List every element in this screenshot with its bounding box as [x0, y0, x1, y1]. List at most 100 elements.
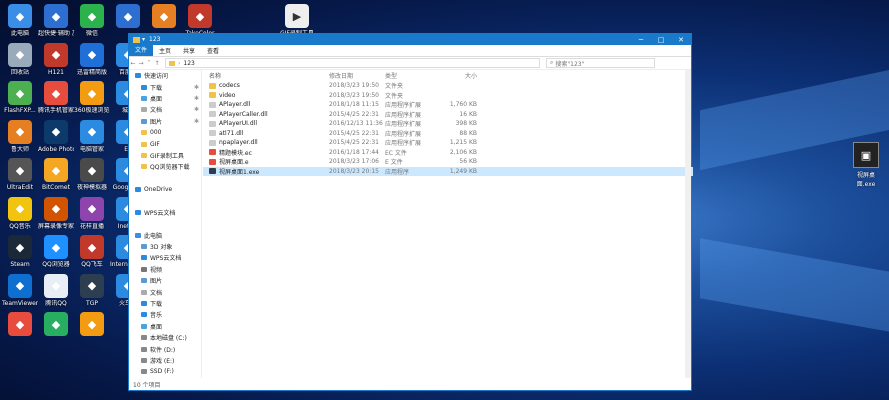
sidebar-item[interactable]: WPS云文档	[129, 252, 201, 263]
sidebar-item[interactable]: SSD (F:)	[129, 366, 201, 377]
tab-share[interactable]: 共享	[177, 46, 201, 55]
file-date: 2018/3/23 17:06	[329, 158, 379, 166]
desktop-icon[interactable]: ◆ 360极速浏览器	[74, 81, 110, 114]
address-bar[interactable]: › 123	[165, 58, 540, 68]
desktop-icon[interactable]: ◆	[2, 312, 38, 338]
desktop-icon[interactable]: ◆ BitComet	[38, 158, 74, 191]
table-row[interactable]: 精题模块.ec 2016/1/18 17:44 EC 文件 2,106 KB	[203, 148, 693, 158]
table-row[interactable]: APlayer.dll 2018/1/18 11:15 应用程序扩展 1,760 KB	[203, 100, 693, 110]
maximize-icon[interactable]: □	[651, 36, 671, 44]
table-row[interactable]: video 2018/3/23 19:50 文件夹	[203, 91, 693, 101]
table-row[interactable]: npaplayer.dll 2015/4/25 22:31 应用程序扩展 1,215 …	[203, 138, 693, 148]
column-type[interactable]: 类型	[385, 71, 437, 80]
desktop-icon[interactable]: ◆ H121	[38, 42, 74, 76]
nav-item-icon	[135, 209, 141, 215]
folder-icon	[209, 92, 216, 99]
desktop-icon[interactable]: ◆ QQ浏览器	[38, 235, 74, 268]
vertical-scrollbar[interactable]	[685, 70, 691, 378]
back-arrow-icon[interactable]: ←	[129, 60, 137, 67]
sidebar-item[interactable]: 下载	[129, 298, 201, 309]
sidebar-item[interactable]: 桌面	[129, 321, 201, 332]
desktop-icon[interactable]: ◆ UltraEdit	[2, 158, 38, 191]
tab-home[interactable]: 主页	[153, 46, 177, 55]
file-size: 398 KB	[455, 120, 477, 128]
search-input[interactable]: 搜索"123"	[555, 59, 584, 68]
sidebar-item[interactable]: 视频	[129, 264, 201, 275]
file-name: atl71.dll	[219, 129, 244, 137]
column-date[interactable]: 修改日期	[329, 71, 385, 80]
desktop-icon[interactable]: ◆ QQ音乐	[2, 196, 38, 230]
sidebar-item[interactable]: QQ浏览器下载	[129, 161, 201, 172]
tab-view[interactable]: 查看	[201, 46, 225, 55]
desktop-icon-label: 腾讯QQ	[45, 299, 67, 307]
sidebar-item[interactable]	[129, 173, 201, 184]
sidebar-item[interactable]: 此电脑	[129, 229, 201, 240]
desktop-icon[interactable]: ◆屏幕录像专家 V2014	[38, 196, 74, 230]
desktop-icon[interactable]: ◆ FlashFXP...	[2, 81, 38, 114]
desktop-icon[interactable]: ◆ 腾讯手机管家	[38, 81, 74, 114]
sidebar-item[interactable]: OneDrive	[129, 184, 201, 195]
desktop-icon[interactable]: ◆	[38, 312, 74, 338]
sidebar-item[interactable]: 软件 (D:)	[129, 343, 201, 354]
minimize-icon[interactable]: ─	[631, 36, 651, 44]
desktop-icon[interactable]: ◆ 电脑管家	[74, 119, 110, 153]
desktop-icon-video-desktop[interactable]: ▣ 视屏桌面.exe	[848, 142, 884, 188]
sidebar-item[interactable]	[129, 195, 201, 206]
desktop-icon[interactable]: ◆ 夜神模拟器	[74, 158, 110, 191]
sidebar-item-label: 下载	[150, 84, 163, 92]
sidebar-item[interactable]: GIF	[129, 138, 201, 149]
desktop-icon[interactable]: ◆ TGP	[74, 273, 110, 307]
desktop-icon[interactable]: ◆ QQ飞车	[74, 235, 110, 268]
desktop-icon[interactable]: ◆	[74, 312, 110, 338]
forward-arrow-icon[interactable]: →	[137, 60, 145, 67]
sidebar-item[interactable]: 本地磁盘 (C:)	[129, 332, 201, 343]
table-row[interactable]: 视屏桌面1.exe 2018/3/23 20:15 应用程序 1,249 KB	[203, 166, 693, 176]
desktop-icon[interactable]: ◆TeamViewer 13	[2, 273, 38, 307]
table-row[interactable]: 视屏桌面.e 2018/3/23 17:06 E 文件 56 KB	[203, 157, 693, 167]
sidebar-item[interactable]: 桌面 ✱	[129, 93, 201, 104]
sidebar-item[interactable]: 3D 对象	[129, 241, 201, 252]
column-name[interactable]: 名称	[203, 71, 329, 80]
column-size[interactable]: 大小	[437, 71, 477, 80]
desktop-icon[interactable]: ◆ 微信	[74, 4, 110, 37]
sidebar-item[interactable]: 图片	[129, 275, 201, 286]
sidebar-item[interactable]: 音乐	[129, 309, 201, 320]
file-name: 视屏桌面.e	[219, 159, 249, 167]
desktop-icon[interactable]: ◆ 花样直播	[74, 196, 110, 230]
chevron-down-icon[interactable]: ˅	[145, 60, 153, 67]
recorder-icon: ◆	[44, 196, 68, 221]
desktop-icon[interactable]: ◆ Steam	[2, 235, 38, 268]
desktop-icon[interactable]: ◆ 腾讯QQ	[38, 273, 74, 307]
breadcrumb[interactable]: 123	[183, 60, 194, 67]
sidebar-item[interactable]: 快速访问	[129, 70, 201, 81]
table-row[interactable]: APlayerUI.dll 2016/12/13 11:36 应用程序扩展 398 K…	[203, 119, 693, 129]
sidebar-item[interactable]: 游戏 (E:)	[129, 355, 201, 366]
sidebar-item[interactable]: 文档 ✱	[129, 104, 201, 115]
table-row[interactable]: codecs 2018/3/23 19:50 文件夹	[203, 81, 693, 91]
table-row[interactable]: atl71.dll 2015/4/25 22:31 应用程序扩展 88 KB	[203, 129, 693, 139]
desktop-icon[interactable]: ◆ 此电脑	[2, 4, 38, 37]
desktop-icon[interactable]: ◆ 迅雷精简版	[74, 42, 110, 76]
up-arrow-icon[interactable]: ↑	[153, 60, 161, 67]
desktop-icon[interactable]: ◆	[110, 4, 146, 30]
desktop-icon[interactable]: ◆	[146, 4, 182, 30]
sidebar-item[interactable]: 000	[129, 127, 201, 138]
file-type: 应用程序扩展	[385, 102, 422, 110]
desktop-icon[interactable]: ◆ 回收站	[2, 42, 38, 76]
toolbar-icon[interactable]: ▾	[142, 36, 145, 43]
sidebar-item[interactable]: WPS云文档	[129, 207, 201, 218]
desktop-icon[interactable]: ◆Adobe Photosh...	[38, 119, 74, 153]
tab-file[interactable]: 文件	[129, 45, 154, 56]
sidebar-item[interactable]: GIF录制工具	[129, 150, 201, 161]
desktop-icon[interactable]: ◆ 鲁大师	[2, 119, 38, 153]
sidebar-item[interactable]: 下载 ✱	[129, 81, 201, 92]
sidebar-item[interactable]: 文档	[129, 286, 201, 297]
desktop-icon[interactable]: ◆ 超快捷·辅助 加油	[38, 4, 74, 37]
sidebar-item[interactable]	[129, 218, 201, 229]
search-box[interactable]: ⌕ 搜索"123"	[546, 58, 655, 68]
tgp-icon: ◆	[80, 273, 104, 298]
table-row[interactable]: APlayerCaller.dll 2015/4/25 22:31 应用程序扩展 16…	[203, 110, 693, 120]
sidebar-item[interactable]: 图片 ✱	[129, 116, 201, 127]
close-icon[interactable]: ✕	[671, 36, 691, 44]
live-icon: ◆	[80, 196, 104, 221]
